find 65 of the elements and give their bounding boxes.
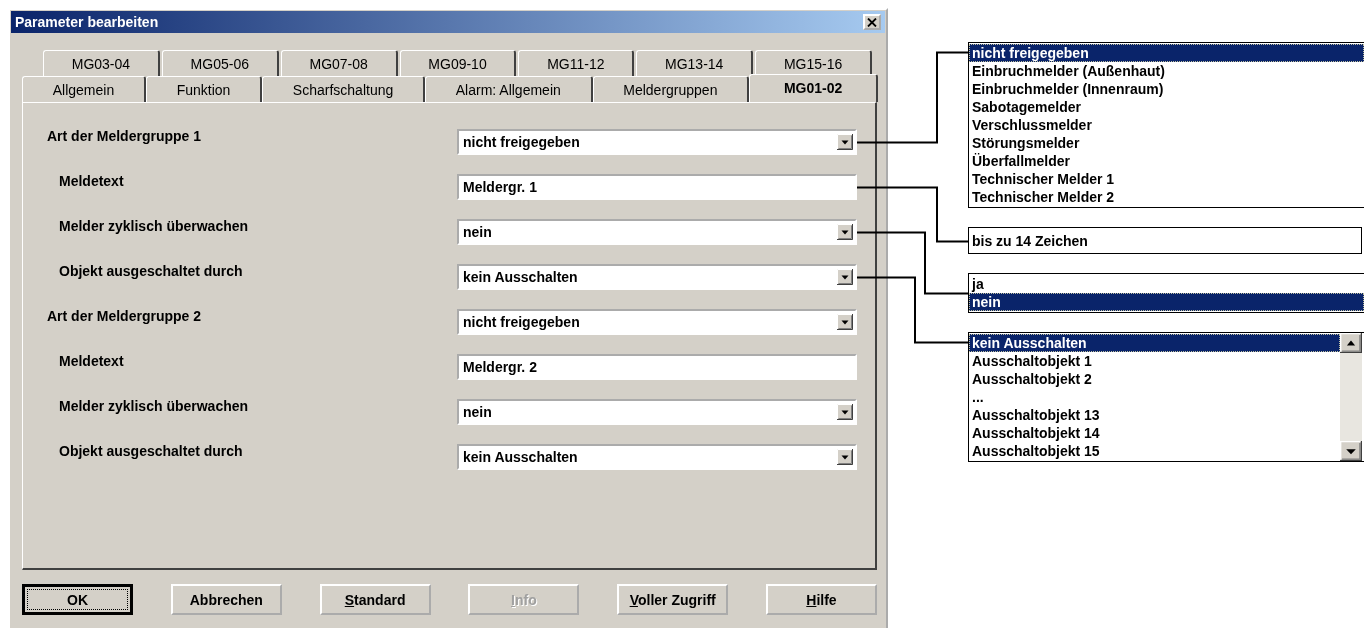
list-item[interactable]: Verschlussmelder [969, 116, 1364, 134]
list-item[interactable]: ... [969, 388, 1340, 406]
list-item[interactable]: nicht freigegeben [969, 44, 1364, 62]
dropdown-arrow[interactable] [837, 313, 853, 330]
scroll-up-arrow[interactable] [1340, 333, 1362, 353]
list-item[interactable]: Einbruchmelder (Innenraum) [969, 80, 1364, 98]
tab[interactable]: Funktion [145, 76, 263, 102]
list-item[interactable]: Ausschaltobjekt 2 [969, 370, 1340, 388]
field-label: Objekt ausgeschaltet durch [58, 442, 244, 459]
dropdown-arrow[interactable] [837, 223, 853, 240]
field-label: Meldetext [58, 172, 125, 189]
list-item[interactable]: Ausschaltobjekt 15 [969, 442, 1340, 460]
list-item[interactable]: Störungsmelder [969, 134, 1364, 152]
tab[interactable]: MG11-12 [518, 50, 635, 76]
list-item[interactable]: Überfallmelder [969, 152, 1364, 170]
field-label: Melder zyklisch überwachen [58, 217, 250, 234]
scrollbar[interactable] [1340, 333, 1362, 461]
tab[interactable]: MG01-02 [749, 74, 878, 102]
dropdown[interactable]: nicht freigegeben [457, 128, 857, 155]
tab[interactable]: MG05-06 [161, 50, 279, 76]
list-item[interactable]: kein Ausschalten [969, 334, 1340, 352]
dialog-button[interactable]: OK [22, 584, 133, 615]
dropdown-arrow[interactable] [837, 403, 853, 420]
text-field[interactable]: Meldergr. 1 [457, 173, 857, 200]
window-title: Parameter bearbeiten [15, 14, 159, 30]
tab[interactable]: MG13-14 [636, 50, 754, 76]
field-label: Art der Meldergruppe 2 [46, 307, 203, 324]
close-button[interactable] [863, 14, 881, 30]
dropdown[interactable]: nein [457, 398, 857, 425]
field-label: Art der Meldergruppe 1 [46, 127, 203, 144]
list-item[interactable]: Ausschaltobjekt 14 [969, 424, 1340, 442]
dropdown-arrow[interactable] [837, 268, 853, 285]
tab[interactable]: Scharfschaltung [262, 76, 425, 102]
list-item[interactable]: Einbruchmelder (Außenhaut) [969, 62, 1364, 80]
list-item[interactable]: Technischer Melder 1 [969, 170, 1364, 188]
list-item[interactable]: Ausschaltobjekt 1 [969, 352, 1340, 370]
close-icon [867, 17, 877, 27]
dropdown-arrow[interactable] [837, 448, 853, 465]
tab[interactable]: Allgemein [22, 76, 146, 102]
field-label: Meldetext [58, 352, 125, 369]
scroll-down-arrow[interactable] [1340, 441, 1362, 461]
dropdown-arrow[interactable] [837, 133, 853, 150]
dialog-button[interactable]: Standard [319, 584, 431, 615]
list-item[interactable]: nein [969, 293, 1364, 311]
dropdown[interactable]: nicht freigegeben [457, 308, 857, 335]
dropdown[interactable]: kein Ausschalten [457, 263, 857, 290]
tab[interactable]: MG03-04 [43, 50, 160, 76]
dropdown[interactable]: kein Ausschalten [457, 443, 857, 470]
tab[interactable]: Alarm: Allgemein [425, 76, 593, 102]
field-label: Melder zyklisch überwachen [58, 397, 250, 414]
tab[interactable]: MG07-08 [280, 50, 398, 76]
tab[interactable]: Meldergruppen [592, 76, 750, 102]
dialog-button[interactable]: Abbrechen [170, 584, 282, 615]
text-field[interactable]: Meldergr. 2 [457, 353, 857, 380]
dropdown[interactable]: nein [457, 218, 857, 245]
list-item[interactable]: ja [969, 275, 1364, 293]
field-label: Objekt ausgeschaltet durch [58, 262, 244, 279]
list-item[interactable]: Technischer Melder 2 [969, 188, 1364, 206]
list-item[interactable]: Sabotagemelder [969, 98, 1364, 116]
list-item[interactable]: Ausschaltobjekt 13 [969, 406, 1340, 424]
hint-box: bis zu 14 Zeichen [968, 227, 1362, 254]
dialog-button[interactable]: Voller Zugriff [617, 584, 729, 615]
tab[interactable]: MG15-16 [755, 50, 872, 76]
tab[interactable]: MG09-10 [399, 50, 517, 76]
dialog-button[interactable]: Hilfe [766, 584, 877, 615]
